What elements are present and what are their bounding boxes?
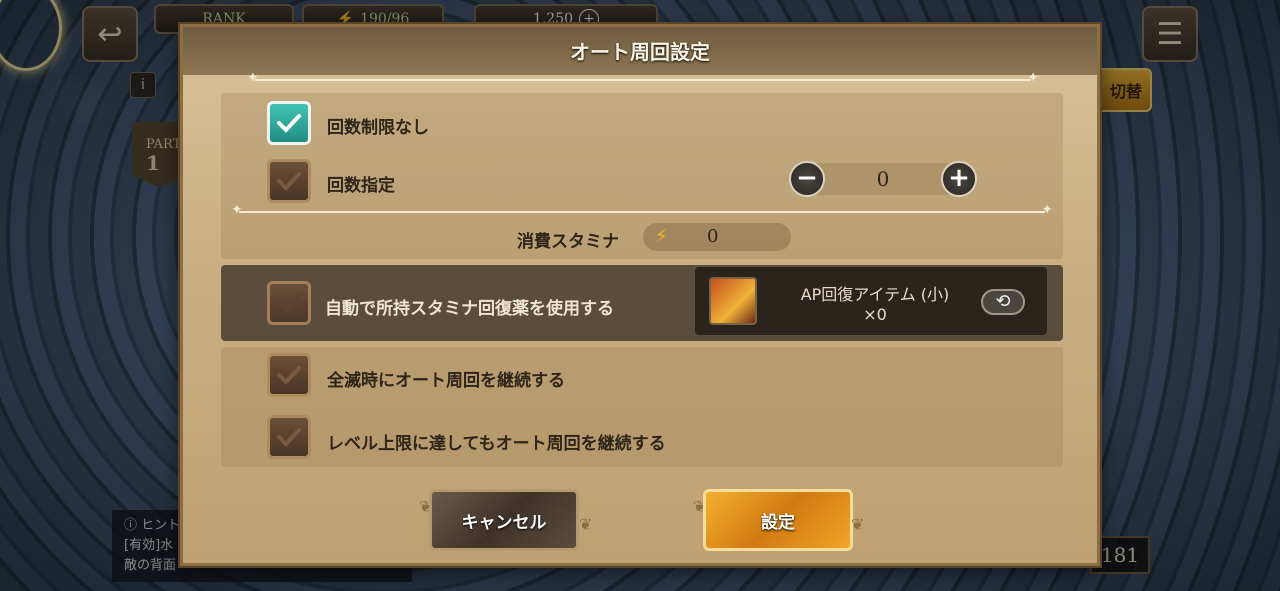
checkmark-icon	[277, 428, 301, 447]
ornament-icon: ❦	[851, 515, 865, 534]
stamina-cost-value: 0	[707, 226, 719, 247]
recovery-item-slot[interactable]: AP回復アイテム (小) ×0 ⟲	[695, 267, 1047, 335]
auto-recover-checkbox[interactable]	[267, 281, 311, 325]
count-stepper: − 0 +	[789, 161, 977, 197]
continue-wipe-label: 全滅時にオート周回を継続する	[327, 371, 565, 391]
dialog-title: オート周回設定	[570, 40, 710, 64]
ornament-icon: ❦	[579, 515, 593, 534]
no-limit-checkbox[interactable]	[267, 101, 311, 145]
bolt-icon: ⚡	[655, 226, 668, 247]
continue-level-checkbox[interactable]	[267, 415, 311, 459]
checkmark-icon	[277, 366, 301, 385]
swap-item-button[interactable]: ⟲	[981, 289, 1025, 315]
decrement-button[interactable]: −	[789, 161, 825, 197]
confirm-button[interactable]: 設定	[703, 489, 853, 551]
stamina-cost-label: 消費スタミナ	[517, 232, 619, 252]
swap-icon: ⟲	[995, 291, 1011, 312]
confirm-label: 設定	[761, 512, 795, 533]
stamina-cost-display: ⚡ 0	[643, 223, 791, 251]
count-value: 0	[876, 167, 890, 191]
checkmark-icon	[277, 172, 301, 191]
auto-repeat-dialog: オート周回設定 回数制限なし 回数指定 − 0 + 消費スタミナ ⚡ 0 自動で…	[180, 24, 1100, 566]
increment-button[interactable]: +	[941, 161, 977, 197]
cancel-label: キャンセル	[461, 512, 547, 533]
divider	[231, 202, 1053, 218]
checkmark-icon	[277, 114, 301, 133]
no-limit-label: 回数制限なし	[327, 118, 429, 138]
continue-wipe-checkbox[interactable]	[267, 353, 311, 397]
item-name: AP回復アイテム (小)	[800, 285, 950, 304]
item-quantity: ×0	[863, 305, 887, 324]
set-count-checkbox[interactable]	[267, 159, 311, 203]
continue-level-label: レベル上限に達してもオート周回を継続する	[327, 434, 666, 454]
checkmark-icon	[277, 294, 301, 313]
potion-icon	[709, 277, 757, 325]
cancel-button[interactable]: キャンセル	[429, 489, 579, 551]
auto-recover-label: 自動で所持スタミナ回復薬を使用する	[325, 299, 614, 319]
divider	[247, 70, 1039, 86]
set-count-label: 回数指定	[327, 176, 395, 196]
